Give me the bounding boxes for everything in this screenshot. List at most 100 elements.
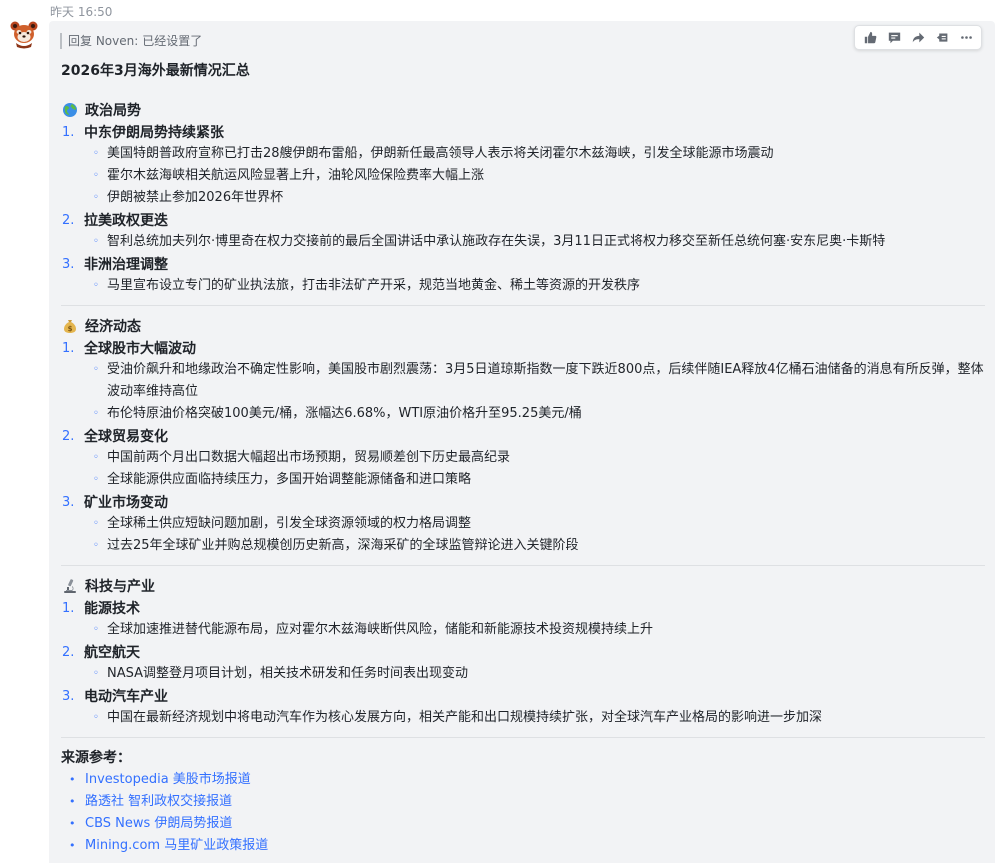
red-panda-avatar-icon xyxy=(10,21,38,49)
section-title: 政治局势 xyxy=(85,103,141,119)
topic-heading: 1. 中东伊朗局势持续紧张 xyxy=(61,121,985,143)
bullet-icon: ◦ xyxy=(93,192,99,203)
source-item: • Mining.com 马里矿业政策报道 xyxy=(61,835,985,857)
source-item: • CBS News 伊朗局势报道 xyxy=(61,813,985,835)
list-item: ◦ 全球稀土供应短缺问题加剧，引发全球资源领域的权力格局调整 xyxy=(61,513,985,535)
list-number: 2. xyxy=(62,212,75,228)
list-item: ◦ 中国在最新经济规划中将电动汽车作为核心发展方向，相关产能和出口规模持续扩张，对… xyxy=(61,707,985,729)
divider xyxy=(61,737,985,738)
section-title: 经济动态 xyxy=(85,319,141,335)
topic-title: 航空航天 xyxy=(84,645,140,661)
bullet-icon: • xyxy=(69,773,76,786)
reply-quote[interactable]: 回复 Noven: 已经设置了 xyxy=(60,33,202,49)
bullet-icon: • xyxy=(69,795,76,808)
share-icon[interactable] xyxy=(930,26,954,49)
list-item: ◦ 智利总统加夫列尔·博里奇在权力交接前的最后全国讲话中承认施政存在失误，3月11… xyxy=(61,231,985,253)
bullet-icon: • xyxy=(69,817,76,830)
message-content: 2026年3月海外最新情况汇总 政治局势 1. 中东伊朗局势持续紧张 ◦ 美国特朗… xyxy=(61,61,985,857)
topic-title: 矿业市场变动 xyxy=(84,495,168,511)
list-item: ◦ 霍尔木兹海峡相关航运风险显著上升，油轮风险保险费率大幅上涨 xyxy=(61,165,985,187)
topic-heading: 3. 电动汽车产业 xyxy=(61,685,985,707)
reply-label: 回复 Noven: xyxy=(68,34,139,48)
list-item: ◦ 过去25年全球矿业并购总规模创历史新高，深海采矿的全球监管辩论进入关键阶段 xyxy=(61,535,985,557)
section-economy: $ 经济动态 1. 全球股市大幅波动 ◦ 受油价飙升和地缘政治不确定性影响，美国股… xyxy=(61,315,985,557)
list-number: 3. xyxy=(62,494,75,510)
source-link[interactable]: Investopedia 美股市场报道 xyxy=(85,769,251,791)
sources: 来源参考： • Investopedia 美股市场报道 • 路透社 智利政权交接报道… xyxy=(61,747,985,857)
topic-title: 中东伊朗局势持续紧张 xyxy=(84,125,224,141)
section-title: 科技与产业 xyxy=(85,579,155,595)
divider xyxy=(61,305,985,306)
list-number: 2. xyxy=(62,428,75,444)
bullet-icon: ◦ xyxy=(93,540,99,551)
bullet-icon: • xyxy=(69,839,76,852)
list-item: ◦ 受油价飙升和地缘政治不确定性影响，美国股市剧烈震荡：3月5日道琼斯指数一度下跌… xyxy=(61,359,985,403)
topic-heading: 1. 全球股市大幅波动 xyxy=(61,337,985,359)
money-bag-icon: $ xyxy=(62,318,78,334)
topic-title: 全球股市大幅波动 xyxy=(84,341,196,357)
section-politics: 政治局势 1. 中东伊朗局势持续紧张 ◦ 美国特朗普政府宣称已打击28艘伊朗布雷船… xyxy=(61,99,985,297)
bullet-icon: ◦ xyxy=(93,518,99,529)
list-item: ◦ 布伦特原油价格突破100美元/桶，涨幅达6.68%，WTI原油价格升至95.2… xyxy=(61,403,985,425)
comment-icon[interactable] xyxy=(882,26,906,49)
bullet-icon: ◦ xyxy=(93,668,99,679)
message-timestamp: 昨天 16:50 xyxy=(50,5,113,19)
source-link[interactable]: CBS News 伊朗局势报道 xyxy=(85,813,232,835)
message-toolbar xyxy=(854,25,982,50)
bullet-icon: ◦ xyxy=(93,170,99,181)
list-item: ◦ 中国前两个月出口数据大幅超出市场预期，贸易顺差创下历史最高纪录 xyxy=(61,447,985,469)
section-header: 政治局势 xyxy=(61,99,985,121)
more-icon[interactable] xyxy=(954,26,978,49)
avatar[interactable] xyxy=(9,19,39,49)
source-item: • Investopedia 美股市场报道 xyxy=(61,769,985,791)
list-item: ◦ 全球加速推进替代能源布局，应对霍尔木兹海峡断供风险，储能和新能源技术投资规模持… xyxy=(61,619,985,641)
message-title: 2026年3月海外最新情况汇总 xyxy=(61,63,250,79)
bullet-icon: ◦ xyxy=(93,474,99,485)
list-number: 3. xyxy=(62,688,75,704)
source-item: • 路透社 智利政权交接报道 xyxy=(61,791,985,813)
globe-icon xyxy=(62,102,78,118)
list-item: ◦ 美国特朗普政府宣称已打击28艘伊朗布雷船，伊朗新任最高领导人表示将关闭霍尔木兹… xyxy=(61,143,985,165)
source-link[interactable]: Mining.com 马里矿业政策报道 xyxy=(85,835,268,857)
bullet-icon: ◦ xyxy=(93,712,99,723)
topic-heading: 2. 全球贸易变化 xyxy=(61,425,985,447)
list-number: 3. xyxy=(62,256,75,272)
bullet-icon: ◦ xyxy=(93,452,99,463)
thumbs-up-icon[interactable] xyxy=(858,26,882,49)
topic-heading: 2. 拉美政权更迭 xyxy=(61,209,985,231)
bullet-icon: ◦ xyxy=(93,624,99,635)
list-number: 1. xyxy=(62,600,75,616)
message-bubble: 回复 Noven: 已经设置了 2026年3月海外最新情况汇总 政治局势 1. … xyxy=(49,21,995,863)
topic-title: 拉美政权更迭 xyxy=(84,213,168,229)
sources-title: 来源参考： xyxy=(61,750,131,766)
topic-heading: 3. 非洲治理调整 xyxy=(61,253,985,275)
topic-heading: 1. 能源技术 xyxy=(61,597,985,619)
svg-text:$: $ xyxy=(68,325,73,333)
bullet-icon: ◦ xyxy=(93,280,99,291)
list-item: ◦ NASA调整登月项目计划，相关技术研发和任务时间表出现变动 xyxy=(61,663,985,685)
topic-title: 电动汽车产业 xyxy=(84,689,168,705)
bullet-icon: ◦ xyxy=(93,148,99,159)
forward-icon[interactable] xyxy=(906,26,930,49)
section-header: $ 经济动态 xyxy=(61,315,985,337)
divider xyxy=(61,565,985,566)
list-item: ◦ 伊朗被禁止参加2026年世界杯 xyxy=(61,187,985,209)
topic-title: 非洲治理调整 xyxy=(84,257,168,273)
list-number: 1. xyxy=(62,340,75,356)
microscope-icon xyxy=(62,578,78,594)
topic-title: 能源技术 xyxy=(84,601,140,617)
reply-text: 已经设置了 xyxy=(142,34,203,48)
list-item: ◦ 马里宣布设立专门的矿业执法旅，打击非法矿产开采，规范当地黄金、稀土等资源的开发… xyxy=(61,275,985,297)
topic-heading: 3. 矿业市场变动 xyxy=(61,491,985,513)
section-tech: 科技与产业 1. 能源技术 ◦ 全球加速推进替代能源布局，应对霍尔木兹海峡断供风险… xyxy=(61,575,985,729)
topic-heading: 2. 航空航天 xyxy=(61,641,985,663)
topic-title: 全球贸易变化 xyxy=(84,429,168,445)
source-link[interactable]: 路透社 智利政权交接报道 xyxy=(85,791,232,813)
bullet-icon: ◦ xyxy=(93,364,99,375)
bullet-icon: ◦ xyxy=(93,236,99,247)
list-number: 2. xyxy=(62,644,75,660)
section-header: 科技与产业 xyxy=(61,575,985,597)
list-item: ◦ 全球能源供应面临持续压力，多国开始调整能源储备和进口策略 xyxy=(61,469,985,491)
bullet-icon: ◦ xyxy=(93,408,99,419)
list-number: 1. xyxy=(62,124,75,140)
